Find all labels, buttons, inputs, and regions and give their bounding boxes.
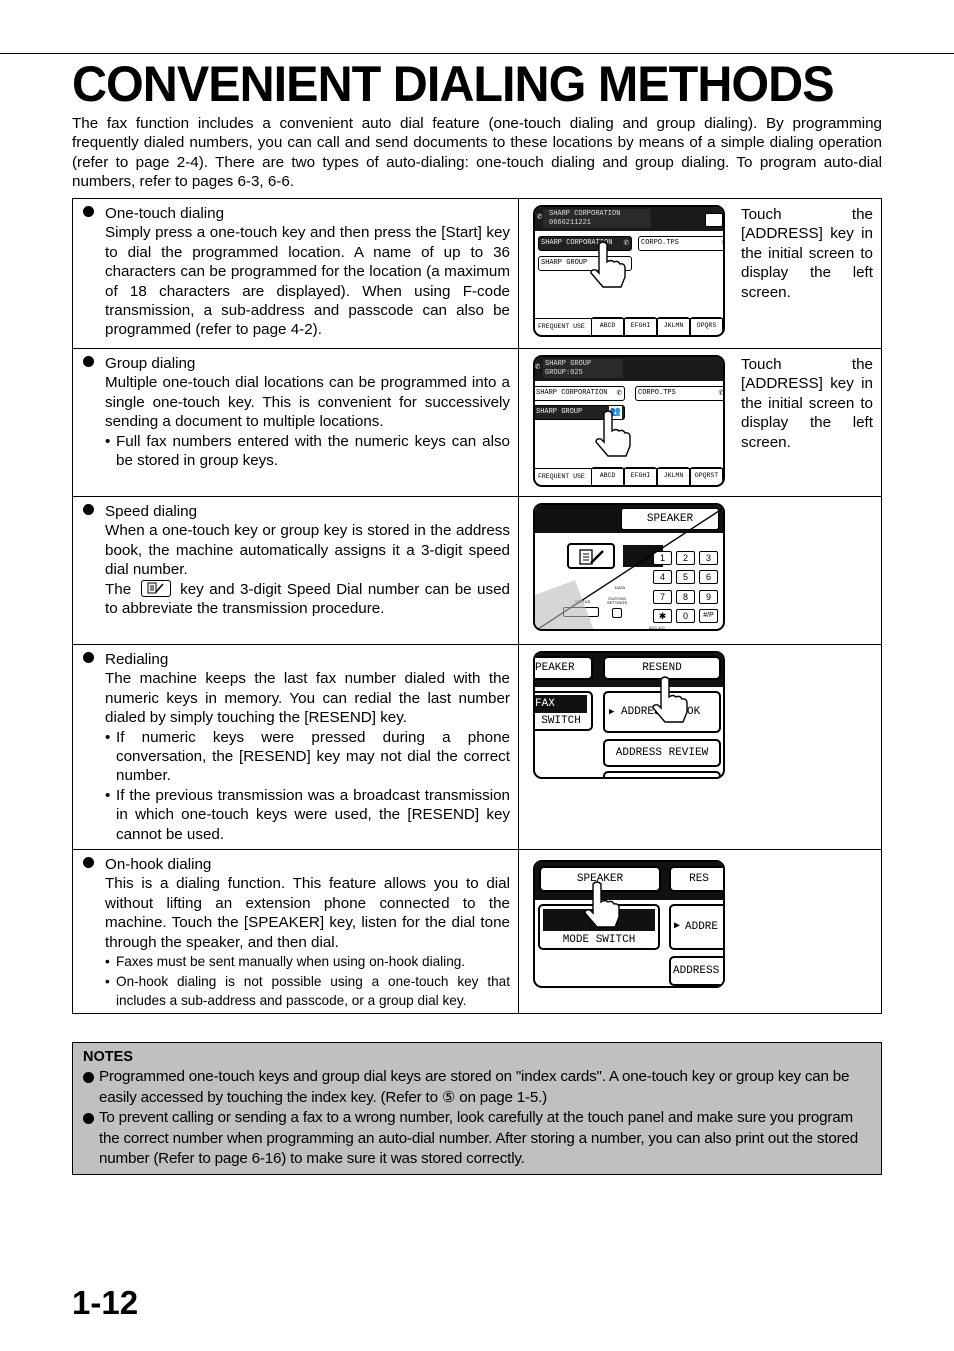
bullet-item: If the previous transmission was a broad… [105,786,510,844]
bullet-item: Faxes must be sent manually when using o… [105,952,510,972]
header-button [705,213,723,227]
index-tabs: FREQUENT USE ABCD EFGHI JKLMN OPQRST [535,467,723,485]
tab-abcd: ABCD [591,317,624,335]
method-bullets: If numeric keys were pressed during a ph… [105,728,510,844]
arrow-right-icon: ▶ [609,707,615,717]
header-name: SHARP GROUP [545,360,592,368]
phone-icon: ✆ [535,362,541,372]
method-bullets: Full fax numbers entered with the numeri… [105,432,510,471]
note-item: Programmed one-touch keys and group dial… [83,1067,873,1108]
one-touch-key: CORPO.TPS✆ [638,236,723,251]
bullet-icon [83,1072,94,1083]
method-title: On-hook dialing [105,856,212,873]
tab-jklmn: JKLMN [657,467,690,485]
method-figure: ✆ SHARP GROUP GROUP:025 SHARP CORPORATION… [519,349,881,496]
method-row-speed: Speed dialing When a one-touch key or gr… [73,496,881,644]
header-name: SHARP CORPORATION [549,210,621,218]
bullet-item: Full fax numbers entered with the numeri… [105,432,510,471]
bullet-icon [83,356,94,367]
touch-panel-screen: ✆ SHARP GROUP GROUP:025 SHARP CORPORATION… [533,355,725,487]
header-rule [0,53,954,54]
note-item: To prevent calling or sending a fax to a… [83,1108,873,1170]
resend-key: RES [669,866,723,892]
phone-icon: ✆ [616,388,622,398]
tab-frequent-use: FREQUENT USE [538,473,585,480]
header-number: GROUP:025 [545,369,583,377]
tab-opqrst: OPQRST [690,467,723,485]
address-book-key: ▶ ADDRE [669,904,723,950]
method-description: On-hook dialing This is a dialing functi… [73,850,519,1013]
touch-panel-screen: SPEAKER RES MODE SWITCH ▶ ADDRE ADDRESS [533,860,725,988]
screen-header: ✆ SHARP GROUP GROUP:025 [535,357,723,381]
method-figure: SPEAKER 1 2 3 4 5 6 7 8 9 ✱ 0 #/P CUSTOM… [519,497,881,644]
arrow-right-icon: ▶ [674,921,681,932]
speaker-key: PEAKER [535,656,593,680]
header-number: 0666211221 [549,219,592,227]
method-description: Group dialing Multiple one-touch dial lo… [73,349,519,496]
page-title: CONVENIENT DIALING METHODS [72,56,835,112]
tab-abcd: ABCD [591,467,624,485]
side-note: Touch the [ADDRESS] key in the initial s… [741,206,873,301]
method-description: One-touch dialing Simply press a one-tou… [73,199,519,348]
method-description: Speed dialing When a one-touch key or gr… [73,497,519,644]
mode-switch-key: FAX SWITCH [535,691,593,731]
pointing-hand-icon [595,410,631,457]
bullet-icon [83,857,94,868]
method-body: The key and 3-digit Speed Dial number ca… [105,579,510,618]
one-touch-key: SHARP CORPORATION ✆ [535,386,625,401]
pointing-hand-icon [652,676,688,723]
bullet-item: On-hook dialing is not possible using a … [105,972,510,1011]
tab-frequent-use: FREQUENT USE [538,323,585,330]
method-title: Redialing [105,651,169,668]
pointing-hand-icon [590,241,626,288]
method-body: This is a dialing function. This feature… [105,875,510,951]
method-title: One-touch dialing [105,205,225,222]
method-row-group: Group dialing Multiple one-touch dial lo… [73,348,881,496]
method-row-redial: Redialing The machine keeps the last fax… [73,644,881,849]
address-review-key: ADDRESS [669,956,723,986]
phone-icon: ✆ [722,237,723,250]
tab-jklmn: JKLMN [657,317,690,335]
bullet-icon [83,206,94,217]
screen-header: ✆ SHARP CORPORATION 0666211221 [535,207,723,231]
intro-paragraph: The fax function includes a convenient a… [72,115,882,191]
touch-panel-screen: PEAKER RESEND FAX SWITCH ▶ADDRESS BOOK A… [533,651,725,779]
bullet-icon [83,652,94,663]
bullet-icon [83,1113,94,1124]
method-bullets: Faxes must be sent manually when using o… [105,952,510,1011]
method-figure: ✆ SHARP CORPORATION 0666211221 SHARP CORP… [519,199,881,348]
one-touch-key: CORPO.TPS✆ [635,386,724,401]
methods-table: One-touch dialing Simply press a one-tou… [72,198,882,1014]
method-body: The machine keeps the last fax number di… [105,670,510,727]
method-title: Speed dialing [105,503,198,520]
tab-efghi: EFGHI [624,467,657,485]
page-number: 1-12 [72,1284,139,1321]
method-title: Group dialing [105,355,196,372]
operation-panel-illustration: SPEAKER 1 2 3 4 5 6 7 8 9 ✱ 0 #/P CUSTOM… [533,503,725,631]
pointing-hand-icon [584,881,620,928]
method-body: Multiple one-touch dial locations can be… [105,374,510,431]
method-body: Simply press a one-touch key and then pr… [105,224,510,339]
notes-title: NOTES [83,1049,133,1065]
tab-efghi: EFGHI [624,317,657,335]
notes-box: NOTES Programmed one-touch keys and grou… [72,1042,882,1175]
index-tabs: FREQUENT USE ABCD EFGHI JKLMN OPQRS [535,317,723,335]
method-description: Redialing The machine keeps the last fax… [73,645,519,849]
bullet-item: If numeric keys were pressed during a ph… [105,728,510,786]
tab-opqrs: OPQRS [690,317,723,335]
phone-icon: ✆ [537,212,543,222]
method-body: When a one-touch key or group key is sto… [105,522,510,579]
method-row-on-hook: On-hook dialing This is a dialing functi… [73,849,881,1013]
address-book-key-icon [140,579,171,597]
method-figure: SPEAKER RES MODE SWITCH ▶ ADDRE ADDRESS [519,850,881,1013]
method-figure: PEAKER RESEND FAX SWITCH ▶ADDRESS BOOK A… [519,645,881,849]
diagonal-cut-decoration [535,507,723,629]
touch-panel-screen: ✆ SHARP CORPORATION 0666211221 SHARP CORP… [533,205,725,337]
method-row-one-touch: One-touch dialing Simply press a one-tou… [73,199,881,348]
side-note: Touch the [ADDRESS] key in the initial s… [741,356,873,451]
address-review-key: ADDRESS REVIEW [603,739,721,767]
phone-icon: ✆ [718,388,724,398]
bullet-icon [83,504,94,515]
